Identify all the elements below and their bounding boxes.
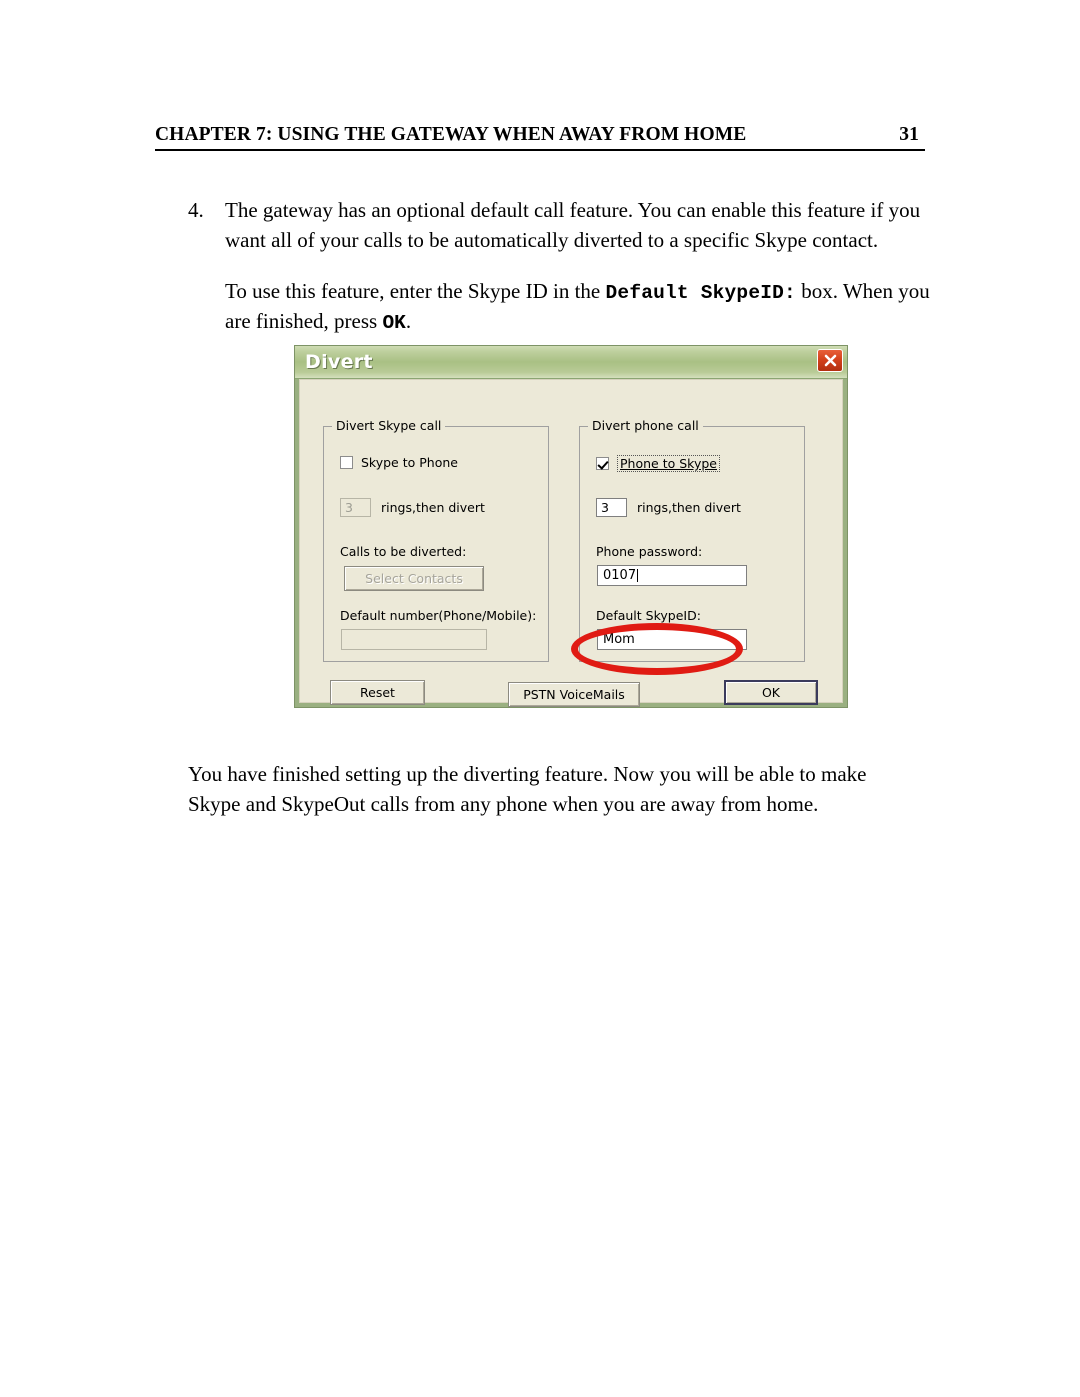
paragraph-2-lead: To use this feature, enter the Skype ID … [225,278,606,303]
default-number-label: Default number(Phone/Mobile): [340,608,537,623]
phone-password-input[interactable]: 0107 [597,565,747,586]
closing-paragraph: You have finished setting up the diverti… [188,762,867,816]
phone-password-label: Phone password: [596,544,703,559]
calls-to-be-diverted-label: Calls to be diverted: [340,544,467,559]
dialog-title-bar: Divert [295,346,847,379]
rings-input-skype[interactable]: 3 [340,498,371,517]
select-contacts-button[interactable]: Select Contacts [344,566,484,591]
ok-button[interactable]: OK [724,680,818,705]
chapter-title: CHAPTER 7: USING THE GATEWAY WHEN AWAY F… [155,124,747,145]
checkbox-phone-to-skype[interactable] [596,457,609,470]
rings-row-phone: 3 rings,then divert [596,498,741,517]
page-number: 31 [899,124,919,145]
default-skypeid-inline-code: Default SkypeID: [605,281,796,304]
paragraph-2: To use this feature, enter the Skype ID … [225,277,936,338]
default-skypeid-input[interactable]: Mom [597,629,747,650]
window-frame: Divert Divert Skype call Skype to Phone … [294,345,848,708]
checkbox-skype-to-phone-label: Skype to Phone [361,455,458,470]
phone-password-value: 0107 [603,568,637,583]
list-body: The gateway has an optional default call… [225,196,936,338]
divert-dialog-screenshot: Divert Divert Skype call Skype to Phone … [294,345,848,708]
rings-input-phone[interactable]: 3 [596,498,627,517]
rings-label-skype: rings,then divert [381,500,485,515]
list-marker: 4. [188,198,204,222]
list-item: 4. The gateway has an optional default c… [188,196,936,338]
ok-inline-code: OK [382,312,406,335]
pstn-voicemails-button[interactable]: PSTN VoiceMails [508,682,640,707]
rings-label-phone: rings,then divert [637,500,741,515]
close-icon[interactable] [817,349,843,372]
checkbox-row-phone-to-skype[interactable]: Phone to Skype [596,455,720,472]
body-content: 4. The gateway has an optional default c… [188,196,936,338]
rings-row-skype: 3 rings,then divert [340,498,485,517]
checkbox-phone-to-skype-label: Phone to Skype [617,455,720,472]
default-skypeid-label: Default SkypeID: [596,608,701,623]
paragraph-2-tail: . [405,309,412,334]
page-running-header: CHAPTER 7: USING THE GATEWAY WHEN AWAY F… [155,124,925,151]
default-number-input[interactable] [341,629,487,650]
dialog-title: Divert [305,351,373,373]
checkbox-skype-to-phone[interactable] [340,456,353,469]
checkbox-row-skype-to-phone[interactable]: Skype to Phone [340,455,458,470]
paragraph-1: The gateway has an optional default call… [225,198,921,252]
group-divert-skype-call-legend: Divert Skype call [332,418,446,433]
dialog-client-area: Divert Skype call Skype to Phone 3 rings… [299,379,843,707]
group-divert-phone-call-legend: Divert phone call [588,418,703,433]
text-caret [637,569,639,582]
reset-button[interactable]: Reset [330,680,425,705]
